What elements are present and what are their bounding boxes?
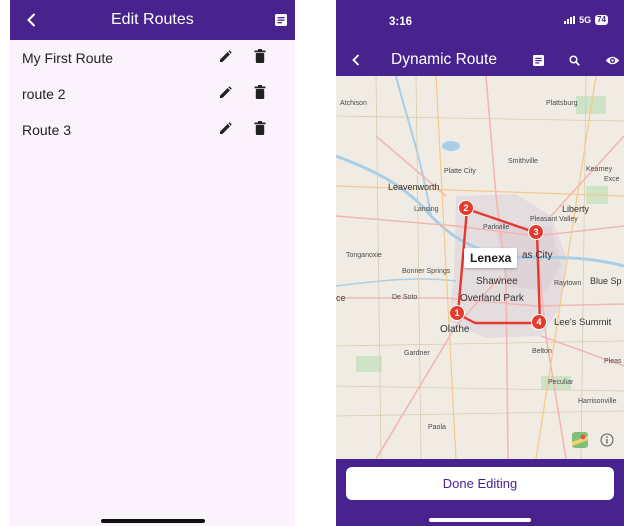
trash-icon (254, 121, 266, 135)
map-label: Liberty (562, 204, 590, 214)
map-label: Peculiar (548, 379, 574, 386)
map-label: Tonganoxie (346, 252, 382, 259)
map-label: Harrisonville (578, 398, 617, 405)
network-type: 5G (579, 15, 592, 25)
edit-routes-screen: Edit Routes My First Route route 2 Route… (10, 0, 295, 526)
list-button[interactable] (274, 13, 288, 27)
map-label: Leavenworth (388, 182, 440, 192)
page-title: Edit Routes (111, 11, 194, 28)
search-button[interactable] (568, 54, 580, 66)
map-label: as City (522, 250, 553, 261)
map-label: Overland Park (460, 293, 524, 304)
delete-button[interactable] (254, 121, 266, 138)
app-bar: Edit Routes (10, 0, 295, 40)
back-button[interactable] (350, 53, 362, 67)
delete-button[interactable] (254, 49, 266, 66)
search-icon (568, 54, 580, 66)
map-label: Raytown (554, 280, 582, 287)
home-indicator (429, 518, 531, 522)
list-button[interactable] (532, 54, 544, 66)
map-label: De Soto (392, 294, 418, 301)
map-label: Lansing (414, 206, 439, 213)
list-item[interactable]: Route 3 (10, 112, 295, 148)
list-icon (532, 54, 544, 66)
edit-pencil-icon (220, 86, 232, 98)
route-stop-marker[interactable]: 4 (531, 314, 547, 330)
map-label: Atchison (340, 100, 367, 107)
map-label: Blue Sp (590, 276, 622, 286)
edit-button[interactable] (219, 86, 232, 102)
view-button[interactable] (604, 54, 620, 66)
map-label: ce (336, 293, 346, 303)
trash-icon (254, 49, 266, 63)
map-label: Plattsburg (546, 100, 578, 107)
status-bar: 3:16 5G 74 (336, 0, 624, 44)
list-icon (275, 14, 287, 26)
eye-icon (605, 56, 619, 64)
done-editing-button[interactable]: Done Editing (346, 467, 614, 500)
edit-button[interactable] (219, 122, 232, 138)
map-label: Kearney (586, 166, 613, 173)
trash-icon (254, 85, 266, 99)
map-label: Lee's Summit (554, 317, 612, 328)
back-button[interactable] (24, 11, 38, 29)
dynamic-route-screen: 3:16 5G 74 Dynamic Route Atchison Platts… (336, 0, 624, 526)
page-title: Dynamic Route (391, 51, 497, 68)
battery-level: 74 (595, 15, 608, 25)
route-name: route 2 (22, 86, 66, 102)
route-stop-marker[interactable]: 2 (458, 200, 474, 216)
map-label: Bonner Springs (402, 268, 451, 275)
map-label: Platte City (444, 168, 476, 175)
route-stop-marker[interactable]: 3 (528, 224, 544, 240)
list-item[interactable]: route 2 (10, 76, 295, 112)
map-label: Shawnee (476, 276, 518, 287)
back-chevron-icon (26, 13, 35, 27)
status-time: 3:16 (389, 16, 413, 28)
map-label: Olathe (440, 324, 470, 335)
app-bar: Dynamic Route (336, 44, 624, 76)
signal-bars-icon (564, 16, 576, 24)
selected-place-label: Lenexa (464, 248, 518, 268)
map-label: Pleas (604, 358, 622, 365)
list-item[interactable]: My First Route (10, 40, 295, 76)
map-label: Smithville (508, 158, 538, 165)
signal-status: 5G 74 (564, 15, 608, 25)
edit-pencil-icon (220, 122, 232, 134)
map-label: Gardner (404, 350, 430, 357)
route-map[interactable]: Atchison Plattsburg Platte City Smithvil… (336, 76, 624, 459)
map-label: Pleasant Valley (530, 216, 578, 223)
maps-icon (572, 432, 588, 448)
route-stop-marker[interactable]: 1 (449, 305, 465, 321)
delete-button[interactable] (254, 85, 266, 102)
route-name: My First Route (22, 50, 114, 66)
edit-button[interactable] (219, 50, 232, 66)
route-list: My First Route route 2 Route 3 (10, 40, 295, 148)
back-chevron-icon (352, 54, 360, 66)
map-label: Paola (428, 424, 446, 431)
edit-pencil-icon (220, 50, 232, 62)
map-label: Parkville (483, 224, 510, 231)
map-label: Exce (604, 176, 620, 183)
route-name: Route 3 (22, 122, 72, 138)
info-icon (600, 433, 614, 447)
home-indicator (101, 519, 205, 523)
map-label: Belton (532, 348, 552, 355)
